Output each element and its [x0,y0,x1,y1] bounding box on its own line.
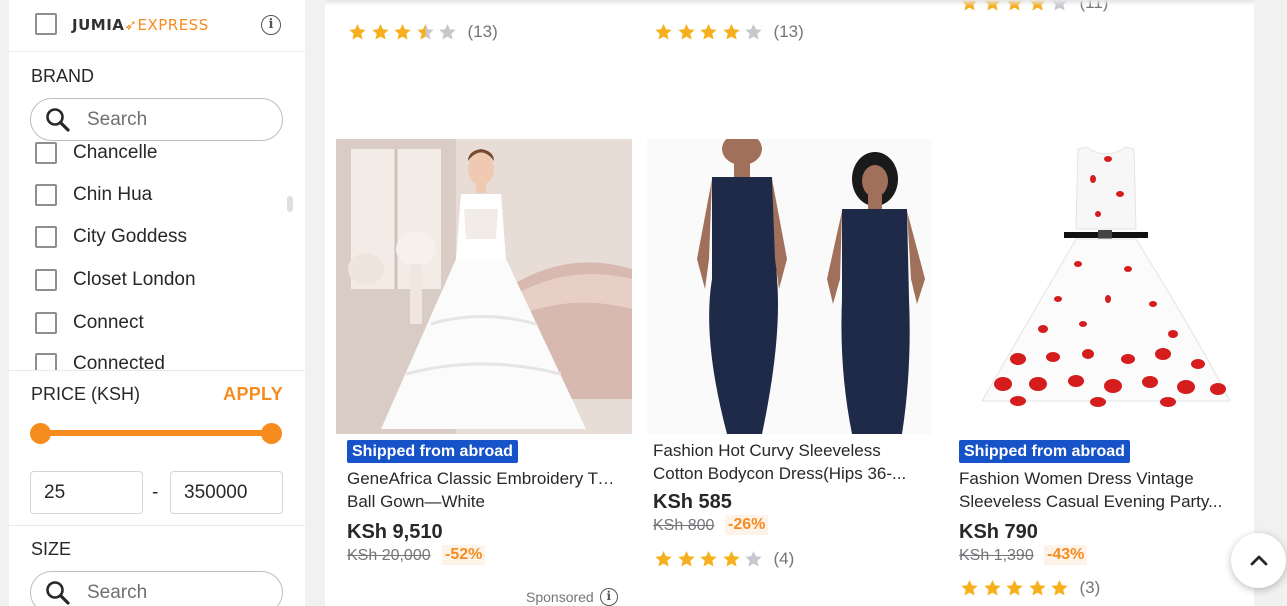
star-icon [1051,580,1068,596]
brand-item-connected[interactable]: Connected [35,349,165,370]
product-rating: (4) [654,549,794,569]
star-icon [700,551,717,567]
search-icon [46,108,70,132]
size-title: SIZE [31,539,72,559]
price-min-input[interactable]: 25 [30,471,143,514]
brand-title: BRAND [31,66,95,86]
star-icon [439,24,456,40]
price-slider-max-handle[interactable] [261,423,282,444]
price-slider-min-handle[interactable] [30,423,51,444]
divider [9,370,305,371]
product-name[interactable]: Fashion Women Dress Vintage Sleeveless Ca… [959,467,1235,513]
star-icon [655,551,672,567]
discount-badge: -43% [1044,545,1088,565]
brand-search-input[interactable] [87,108,267,132]
product-old-price: KSh 1,390 [959,547,1034,564]
star-icon [722,551,740,567]
brand-item-chin-hua[interactable]: Chin Hua [35,180,152,210]
product-price: KSh 585 [653,491,732,513]
header-shadow [325,0,1254,6]
star-icon [349,24,366,40]
size-search-input[interactable] [87,581,267,605]
search-icon [46,581,70,605]
product-name[interactable]: GeneAfrica Classic Embroidery Tulle Ball … [347,467,623,513]
discount-badge: -26% [725,515,769,535]
brand-label: Connected [73,353,165,370]
brand-item-chancelle[interactable]: Chancelle [35,141,158,168]
product-old-price: KSh 20,000 [347,547,431,564]
product-rating: (13) [348,22,498,42]
brand-label: Chin Hua [73,184,153,205]
star-icon [700,24,717,40]
star-icon [983,580,1001,596]
chevron-up-icon [1250,555,1267,565]
star-icon [745,24,762,40]
price-slider-track[interactable] [40,430,281,436]
brand-item-closet-london[interactable]: Closet London [35,265,196,295]
star-icon [677,24,695,40]
shipped-from-abroad-badge: Shipped from abroad [959,440,1130,463]
brand-item-connect[interactable]: Connect [35,308,144,338]
brand-label: Chancelle [73,142,158,163]
brand-list-scrollbar[interactable] [287,196,293,212]
shipped-from-abroad-badge: Shipped from abroad [347,440,518,463]
jumia-express-filter[interactable]: JUMIA➶EXPRESS i [9,0,305,52]
express-checkbox[interactable] [35,13,57,35]
product-rating: (13) [654,22,804,42]
brand-label: Connect [73,312,144,333]
brand-checkbox[interactable] [35,269,57,291]
product-rating: (3) [960,578,1100,598]
product-price: KSh 790 [959,521,1038,543]
star-icon [655,24,672,40]
price-range-separator: - [152,482,159,503]
product-grid: (13) (13) (11) Shipped from abroad GeneA… [325,0,1254,606]
rating-count: (13) [773,22,804,41]
star-icon [371,24,389,40]
brand-label: City Goddess [73,226,188,247]
scroll-to-top-button[interactable] [1231,533,1286,588]
brand-item-city-goddess[interactable]: City Goddess [35,222,187,252]
discount-badge: -52% [442,545,486,565]
star-icon [722,24,740,40]
size-search-box[interactable] [30,571,283,606]
price-apply-button[interactable]: APPLY [223,384,283,405]
star-icon [416,24,434,40]
star-icon [745,551,762,567]
brand-checkbox[interactable] [35,184,57,206]
product-price: KSh 9,510 [347,521,443,543]
jumia-express-logo: JUMIA➶EXPRESS [72,16,209,34]
brand-checkbox[interactable] [35,226,57,248]
brand-checkbox[interactable] [35,353,57,370]
rating-count: (3) [1079,578,1101,597]
product-old-price: KSh 800 [653,517,715,534]
star-icon [394,24,411,40]
star-icon [1006,580,1023,596]
price-title: PRICE (KSH) [31,384,141,404]
star-icon [677,551,695,567]
brand-label: Closet London [73,269,196,290]
brand-search-box[interactable] [30,98,283,141]
product-image-wedding-gown[interactable] [336,139,632,434]
filter-sidebar: JUMIA➶EXPRESS i BRAND Chancelle Chin Hua… [9,0,305,606]
price-max-input[interactable]: 350000 [170,471,283,514]
star-icon [1028,580,1046,596]
brand-list: Chancelle Chin Hua City Goddess Closet L… [9,141,305,370]
brand-checkbox[interactable] [35,312,57,334]
rating-count: (13) [467,22,498,41]
express-plane-icon: ➶ [124,16,138,34]
sponsored-text: Sponsored [526,589,594,605]
divider [9,525,305,526]
star-icon [961,580,978,596]
product-image-bodycon-dress[interactable] [647,139,932,434]
product-name[interactable]: Fashion Hot Curvy Sleeveless Cotton Bodyc… [653,439,929,485]
sponsored-label: Sponsored i [526,588,618,606]
rating-count: (4) [773,549,795,568]
brand-checkbox[interactable] [35,142,57,164]
product-image-vintage-dress[interactable] [958,139,1254,434]
info-icon[interactable]: i [599,588,618,606]
info-icon[interactable]: i [261,15,281,35]
